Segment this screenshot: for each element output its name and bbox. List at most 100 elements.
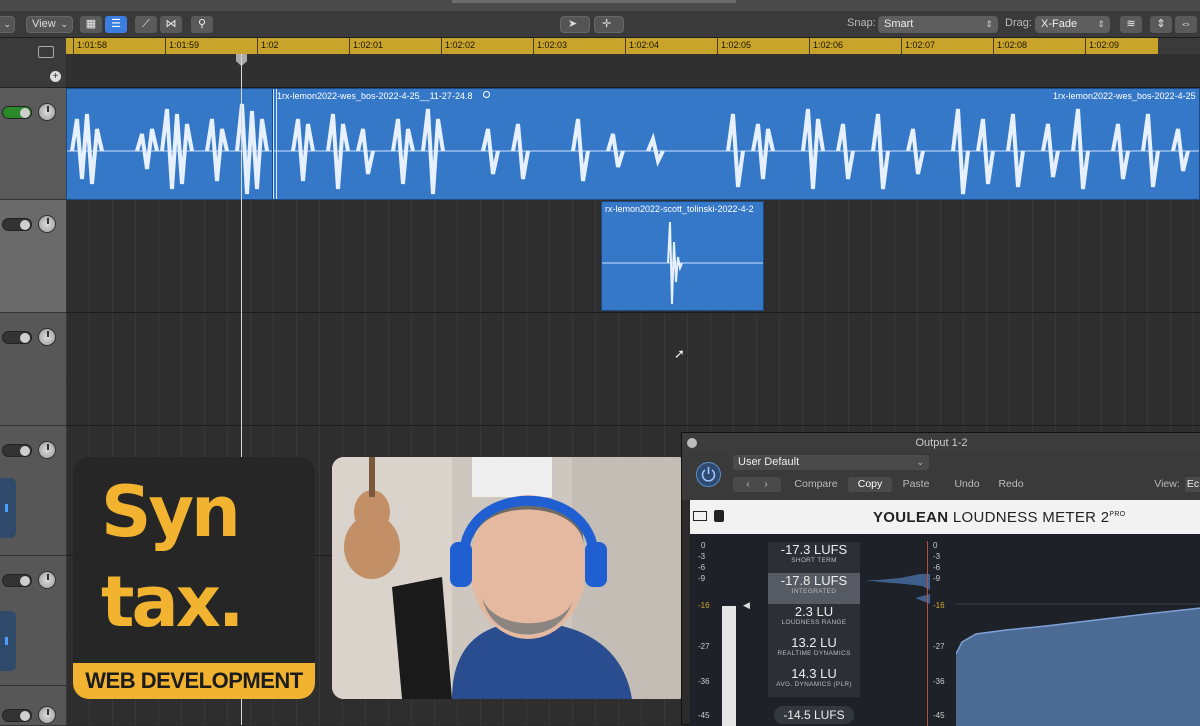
grid-view-icon[interactable]: ▦: [80, 16, 102, 33]
scale-left-0: 0: [701, 541, 706, 550]
lock-icon[interactable]: [714, 510, 724, 522]
flex-icon[interactable]: ⋈: [160, 16, 182, 33]
track-volume-knob[interactable]: [38, 328, 56, 346]
track-on-toggle[interactable]: [2, 444, 32, 457]
preset-select[interactable]: User Default ⌄: [733, 455, 929, 470]
scale-right-2: -6: [933, 563, 941, 572]
view-label: View:: [1154, 478, 1180, 490]
drag-select[interactable]: X-Fade ⇕: [1035, 16, 1110, 33]
track-header-4[interactable]: [0, 426, 66, 556]
level-bar: [722, 606, 736, 726]
track-volume-knob[interactable]: [38, 103, 56, 121]
scale-right-1: -3: [933, 552, 941, 561]
pointer-tool[interactable]: ➤: [560, 16, 590, 33]
bottom-lufs-readout[interactable]: -14.5 LUFS: [774, 706, 854, 724]
track-on-toggle[interactable]: [2, 331, 32, 344]
view-menu[interactable]: View ⌄: [26, 16, 73, 33]
waveform-zoom-icon[interactable]: ≋: [1120, 16, 1142, 33]
ruler-tick: 1:02:06: [809, 38, 843, 54]
snap-select[interactable]: Smart ⇕: [878, 16, 998, 33]
chevron-left-icon[interactable]: ‹: [746, 478, 750, 490]
syntax-logo-band: WEB DEVELOPMENT: [73, 663, 315, 699]
audio-region-scott-tolinski[interactable]: rx-lemon2022-scott_tolinski-2022-4-2: [601, 201, 764, 311]
redo-button[interactable]: Redo: [991, 477, 1031, 492]
plugin-titlebar[interactable]: Output 1-2: [682, 433, 1200, 453]
catch-icon[interactable]: ⚲: [191, 16, 213, 33]
plugin-title: Output 1-2: [915, 437, 968, 449]
scale-left-7: -45: [698, 711, 710, 720]
undo-button[interactable]: Undo: [947, 477, 987, 492]
loudness-meter-plugin-window: Output 1-2 User Default ⌄ ‹ › Compare Co…: [681, 432, 1200, 726]
chevron-right-icon[interactable]: ›: [764, 478, 768, 490]
track-header-6[interactable]: [0, 686, 66, 726]
ruler-tick: 1:02: [257, 38, 279, 54]
track-header-2[interactable]: [0, 200, 66, 313]
ruler-tick: 1:01:59: [165, 38, 199, 54]
metric-avg-dynamics: 14.3 LU AVG. DYNAMICS (PLR): [768, 666, 860, 697]
loudness-graph: [956, 603, 1200, 726]
scale-left-1: -3: [698, 552, 706, 561]
global-tracks-icon[interactable]: [38, 46, 54, 58]
ruler-tick: 1:02:04: [625, 38, 659, 54]
chevron-down-icon: ⌄: [60, 19, 68, 29]
waveform: [67, 103, 275, 195]
audio-region-left[interactable]: [66, 88, 276, 200]
copy-button[interactable]: Copy: [848, 477, 892, 492]
scale-left-3: -9: [698, 574, 706, 583]
scale-right-5: -27: [933, 642, 945, 651]
chevron-down-icon: ⌄: [916, 457, 924, 467]
scale-left-2: -6: [698, 563, 706, 572]
add-track-icon[interactable]: +: [50, 71, 61, 82]
track-volume-knob[interactable]: [38, 706, 56, 724]
meter-header: YOULEAN LOUDNESS METER 2PRO: [690, 500, 1200, 534]
track-header-3[interactable]: [0, 313, 66, 426]
automation-icon[interactable]: ⟋: [135, 16, 157, 33]
ruler-tick: 1:02:02: [441, 38, 475, 54]
updown-icon: ⇕: [985, 19, 993, 29]
timeline-ruler[interactable]: 1:01:58 1:01:59 1:02 1:02:01 1:02:02 1:02:03 1…: [66, 38, 1200, 54]
syntax-logo-line2: tax.: [101, 561, 244, 643]
ruler-tick: 1:02:01: [349, 38, 383, 54]
target-line: [927, 541, 928, 726]
close-icon[interactable]: [687, 438, 697, 448]
power-icon[interactable]: [696, 462, 721, 487]
paste-button[interactable]: Paste: [896, 477, 936, 492]
drag-label: Drag:: [1005, 17, 1032, 29]
track-on-toggle[interactable]: [2, 106, 32, 119]
compare-button[interactable]: Compare: [791, 477, 841, 492]
track-meter: [0, 478, 16, 538]
brand-bold: YOULEAN: [873, 509, 949, 526]
ruler-tick: 1:02:03: [533, 38, 567, 54]
preset-value: User Default: [738, 456, 800, 468]
preset-nav: ‹ ›: [733, 477, 781, 492]
track-volume-knob[interactable]: [38, 215, 56, 233]
drag-value: X-Fade: [1041, 18, 1078, 30]
list-view-icon[interactable]: ☰: [105, 16, 127, 33]
brand-sup: PRO: [1109, 511, 1126, 518]
track-headers: +: [0, 38, 66, 726]
syntax-logo-line1: Syn: [101, 471, 241, 553]
track-on-toggle[interactable]: [2, 709, 32, 722]
track-on-toggle[interactable]: [2, 574, 32, 587]
snap-label: Snap:: [847, 17, 876, 29]
metric-loudness-range: 2.3 LU LOUDNESS RANGE: [768, 604, 860, 635]
track-volume-knob[interactable]: [38, 441, 56, 459]
track-header-1[interactable]: [0, 88, 66, 200]
scale-left-4: -16: [698, 601, 710, 610]
syntax-logo: Syn tax. WEB DEVELOPMENT: [73, 457, 315, 699]
scale-left-5: -27: [698, 642, 710, 651]
track-on-toggle[interactable]: [2, 218, 32, 231]
track-header-5[interactable]: [0, 556, 66, 686]
functions-menu-chevron[interactable]: ⌄: [0, 16, 15, 33]
view-select[interactable]: Ec: [1185, 477, 1200, 492]
ruler-tick: 1:02:08: [993, 38, 1027, 54]
vertical-zoom-icon[interactable]: ⇕: [1150, 16, 1172, 33]
track-volume-knob[interactable]: [38, 571, 56, 589]
loudness-meter-display: YOULEAN LOUDNESS METER 2PRO 0 -3 -6 -9 -…: [690, 500, 1200, 726]
audio-region-wes-bos[interactable]: 1rx-lemon2022-wes_bos-2022-4-25__11-27-2…: [272, 88, 1200, 200]
horizontal-zoom-icon[interactable]: ⇔: [1175, 16, 1197, 33]
marquee-tool[interactable]: ✛: [594, 16, 624, 33]
metric-short-term: -17.3 LUFS SHORT TERM: [768, 542, 860, 573]
monitor-icon[interactable]: [693, 511, 707, 521]
webcam-image: [332, 457, 689, 699]
